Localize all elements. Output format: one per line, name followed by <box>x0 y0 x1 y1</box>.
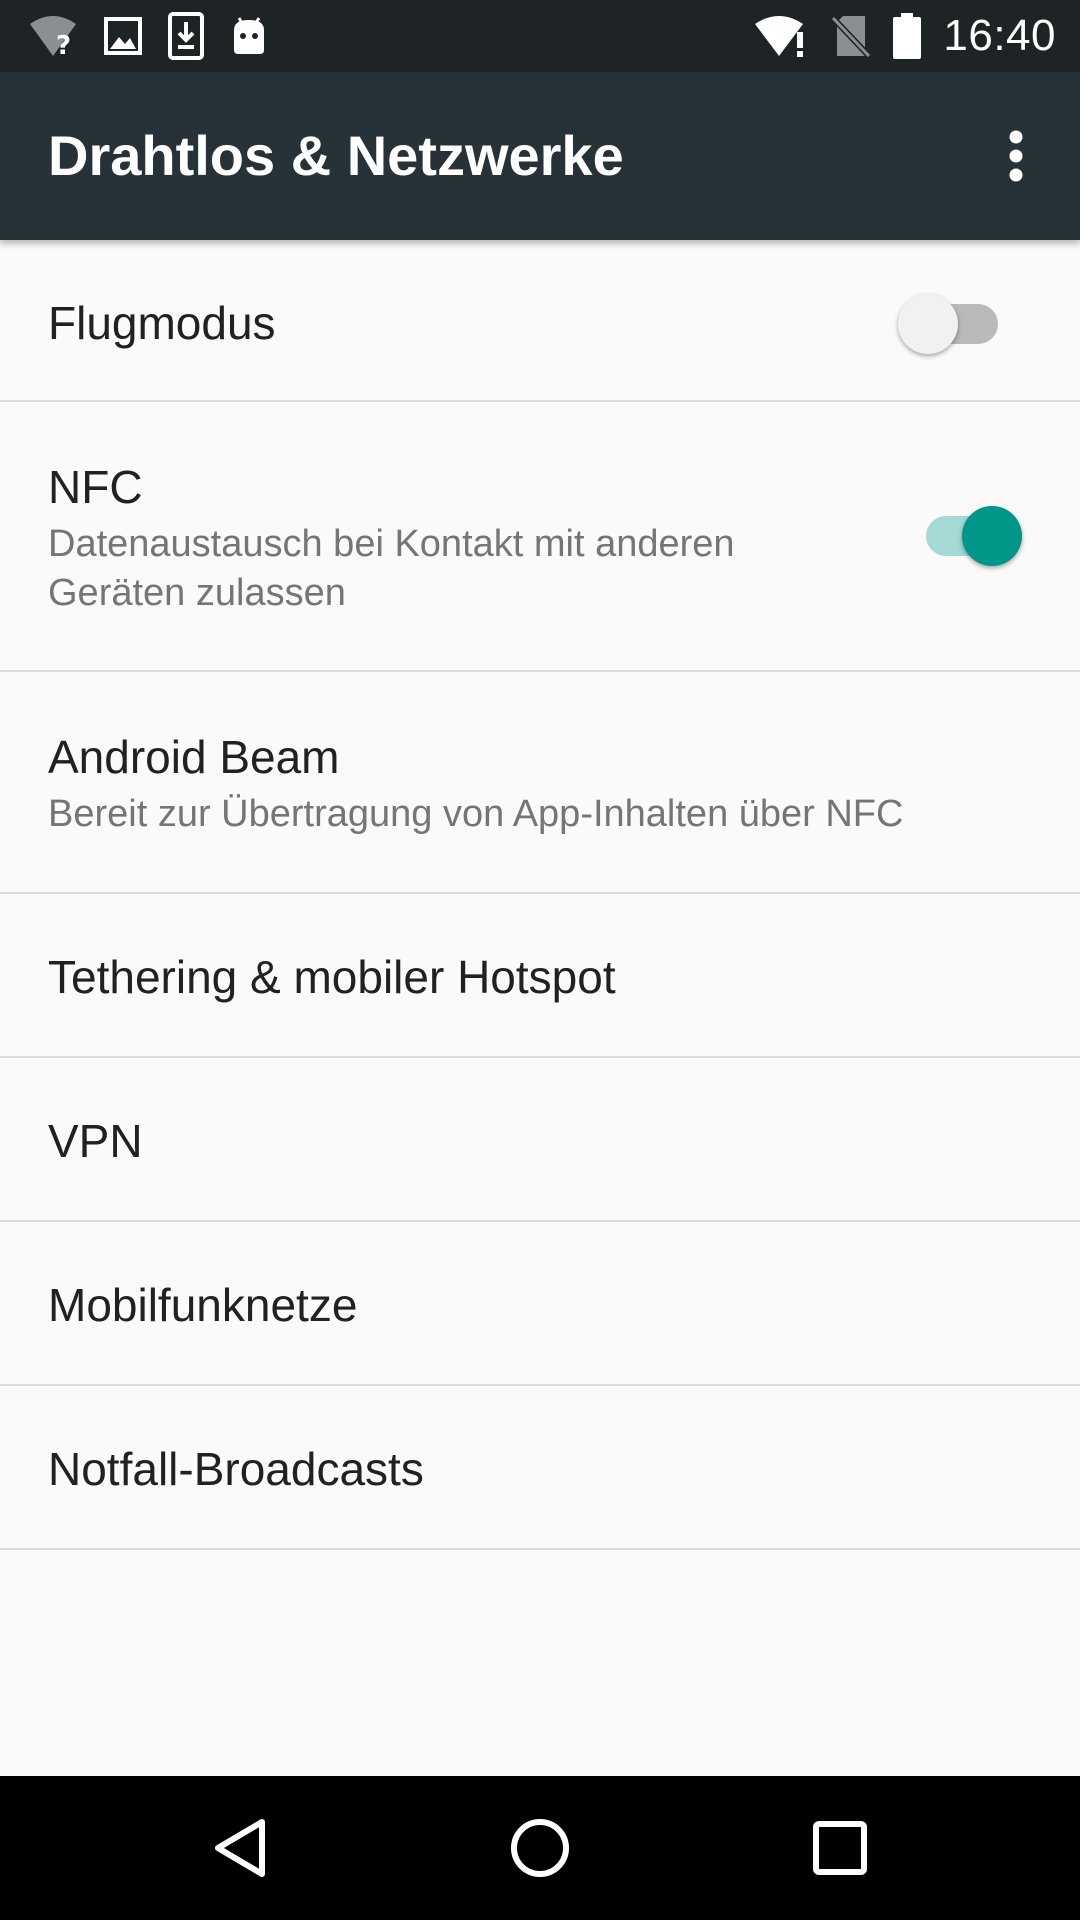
status-bar: ? 16:40 <box>0 0 1080 72</box>
setting-text: Android Beam Bereit zur Übertragung von … <box>48 730 1040 839</box>
no-sim-icon <box>831 15 872 58</box>
setting-title: Flugmodus <box>48 297 276 349</box>
battery-icon <box>893 13 922 59</box>
setting-title: Mobilfunknetze <box>48 1279 358 1331</box>
back-button[interactable] <box>200 1808 280 1888</box>
setting-title: Notfall-Broadcasts <box>48 1443 424 1495</box>
recents-icon <box>813 1821 867 1875</box>
page-title: Drahtlos & Netzwerke <box>48 124 624 187</box>
setting-text: Mobilfunknetze <box>48 1278 860 1332</box>
setting-mobilfunknetze[interactable]: Mobilfunknetze <box>0 1222 1080 1386</box>
system-icons: 16:40 <box>753 11 1056 60</box>
setting-text: VPN <box>48 1114 860 1168</box>
setting-title: Android Beam <box>48 731 340 783</box>
setting-text: Flugmodus <box>48 296 860 350</box>
switch-thumb <box>962 506 1022 566</box>
navigation-bar <box>0 1776 1080 1920</box>
setting-text: NFC Datenaustausch bei Kontakt mit ander… <box>48 460 820 618</box>
home-button[interactable] <box>500 1808 580 1888</box>
back-icon <box>215 1819 265 1877</box>
setting-text: Notfall-Broadcasts <box>48 1442 860 1496</box>
recents-button[interactable] <box>800 1808 880 1888</box>
image-icon <box>104 17 142 55</box>
clock: 16:40 <box>943 11 1056 60</box>
download-icon <box>168 12 204 60</box>
svg-text:?: ? <box>56 31 71 58</box>
android-icon <box>234 17 264 54</box>
setting-notfall-broadcasts[interactable]: Notfall-Broadcasts <box>0 1386 1080 1550</box>
setting-android-beam[interactable]: Android Beam Bereit zur Übertragung von … <box>0 672 1080 894</box>
setting-flugmodus[interactable]: Flugmodus <box>0 240 1080 402</box>
setting-text: Tethering & mobiler Hotspot <box>48 950 860 1004</box>
more-options-button[interactable] <box>980 120 1052 192</box>
settings-list: Flugmodus NFC Datenaustausch bei Kontakt… <box>0 240 1080 1550</box>
setting-summary: Bereit zur Übertragung von App-Inhalten … <box>48 793 904 835</box>
setting-title: VPN <box>48 1115 143 1167</box>
wifi-alert-icon <box>755 16 804 57</box>
more-vert-icon <box>1009 130 1023 182</box>
app-bar: Drahtlos & Netzwerke <box>0 72 1080 240</box>
setting-nfc[interactable]: NFC Datenaustausch bei Kontakt mit ander… <box>0 402 1080 672</box>
nfc-switch[interactable] <box>926 500 1026 566</box>
switch-thumb <box>898 294 958 354</box>
home-icon <box>511 1819 569 1877</box>
setting-vpn[interactable]: VPN <box>0 1058 1080 1222</box>
setting-title: NFC <box>48 461 143 513</box>
wifi-unknown-icon: ? <box>30 16 76 58</box>
setting-summary: Datenaustausch bei Kontakt mit anderen G… <box>48 523 735 614</box>
notification-icons: ? <box>28 12 268 60</box>
setting-tethering[interactable]: Tethering & mobiler Hotspot <box>0 894 1080 1058</box>
flugmodus-switch[interactable] <box>898 288 1002 354</box>
setting-title: Tethering & mobiler Hotspot <box>48 951 616 1003</box>
